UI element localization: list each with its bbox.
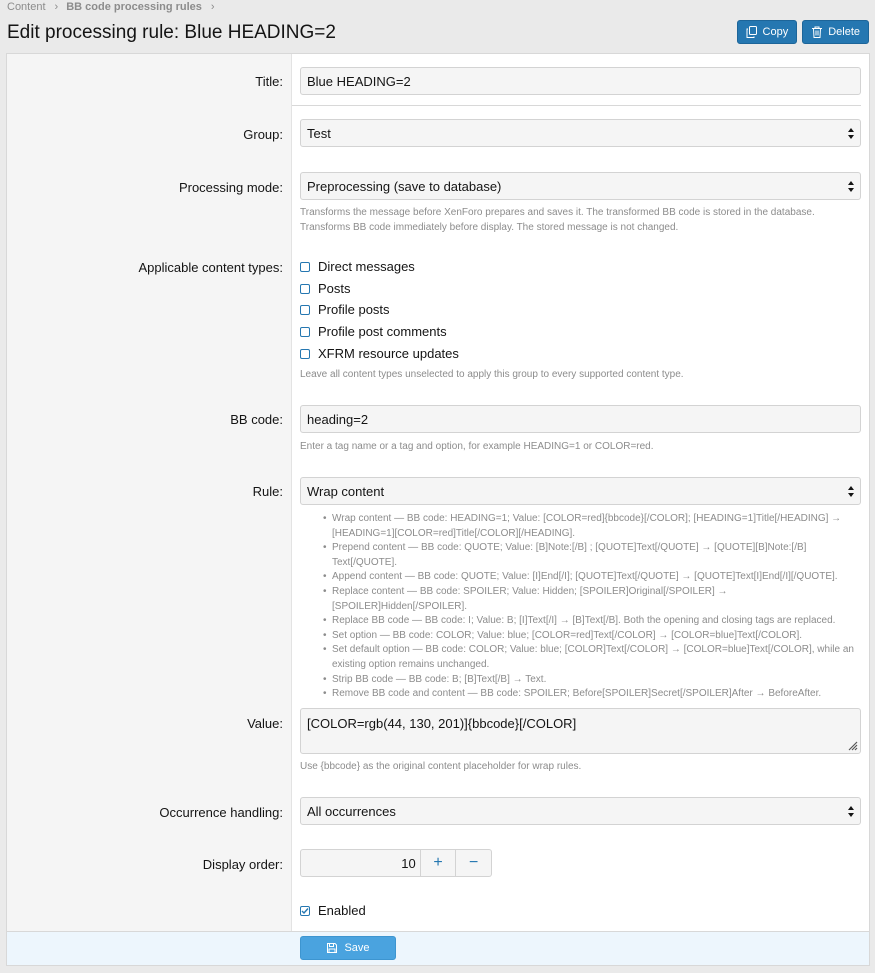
display-order-stepper: 10 + −	[300, 849, 492, 877]
delete-button-label: Delete	[828, 26, 860, 38]
select-arrows-icon	[848, 486, 854, 497]
checkbox-label: Posts	[318, 281, 351, 296]
group-select[interactable]: Test	[300, 119, 861, 147]
delete-button[interactable]: Delete	[802, 20, 869, 44]
bb-code-input[interactable]: heading=2	[300, 405, 861, 433]
title-value: Blue HEADING=2	[307, 73, 411, 89]
form-divider	[292, 105, 861, 106]
content-type-profile-post-comments[interactable]: Profile post comments	[300, 324, 447, 339]
checkbox-label: Direct messages	[318, 259, 415, 274]
increment-button[interactable]: +	[420, 849, 457, 877]
occurrence-value: All occurrences	[307, 803, 396, 819]
display-order-label: Display order:	[202, 857, 283, 872]
save-button[interactable]: Save	[300, 936, 396, 960]
occurrence-select[interactable]: All occurrences	[300, 797, 861, 825]
rule-form: Title: Blue HEADING=2 Group: Test Proces…	[6, 53, 870, 966]
chevron-right-icon: ›	[210, 1, 215, 13]
rule-label: Rule:	[252, 484, 283, 499]
group-label: Group:	[243, 127, 283, 142]
plus-icon: +	[433, 854, 443, 871]
processing-mode-hint-1: Transforms the message before XenForo pr…	[300, 207, 815, 218]
content-types-hint: Leave all content types unselected to ap…	[300, 369, 684, 380]
content-type-xfrm-resource-updates[interactable]: XFRM resource updates	[300, 346, 459, 361]
display-order-value: 10	[401, 855, 416, 871]
bb-code-hint: Enter a tag name or a tag and option, fo…	[300, 441, 654, 452]
checkbox-label: Profile post comments	[318, 324, 447, 339]
minus-icon: −	[469, 854, 479, 871]
save-button-label: Save	[344, 942, 370, 954]
enabled-option[interactable]: Enabled	[300, 903, 366, 918]
breadcrumb-content[interactable]: Content	[7, 1, 46, 13]
enabled-label: Enabled	[318, 903, 366, 918]
checkbox-label: XFRM resource updates	[318, 346, 459, 361]
breadcrumb-bb-code-rules[interactable]: BB code processing rules	[66, 1, 202, 13]
value-hint: Use {bbcode} as the original content pla…	[300, 761, 582, 772]
processing-mode-select[interactable]: Preprocessing (save to database)	[300, 172, 861, 200]
checkbox[interactable]	[300, 304, 310, 315]
rule-description: Strip BB code — BB code: B; [B]Text[/B] …	[323, 673, 862, 688]
trash-icon	[812, 26, 823, 38]
rule-description: Append content — BB code: QUOTE; Value: …	[323, 570, 862, 585]
checkbox-label: Profile posts	[318, 302, 390, 317]
content-type-profile-posts[interactable]: Profile posts	[300, 302, 390, 317]
checkbox-checked[interactable]	[300, 905, 310, 916]
content-type-posts[interactable]: Posts	[300, 281, 351, 296]
processing-mode-value: Preprocessing (save to database)	[307, 178, 502, 194]
processing-mode-hint-2: Transforms BB code immediately before di…	[300, 222, 679, 233]
content-type-direct-messages[interactable]: Direct messages	[300, 259, 415, 274]
bb-code-label: BB code:	[230, 412, 283, 427]
display-order-input[interactable]: 10	[300, 849, 421, 877]
rule-description: Prepend content — BB code: QUOTE; Value:…	[323, 541, 862, 570]
title-input[interactable]: Blue HEADING=2	[300, 67, 861, 95]
group-value: Test	[307, 125, 331, 141]
rule-select[interactable]: Wrap content	[300, 477, 861, 505]
form-footer: Save	[7, 931, 869, 965]
chevron-right-icon: ›	[54, 1, 59, 13]
content-types-label: Applicable content types:	[138, 260, 283, 275]
checkbox[interactable]	[300, 326, 310, 337]
resize-handle-icon[interactable]	[846, 739, 858, 751]
value-label: Value:	[247, 716, 283, 731]
processing-mode-label: Processing mode:	[178, 180, 283, 195]
processing-mode-hint: Transforms the message before XenForo pr…	[300, 205, 815, 235]
title-label: Title:	[255, 74, 283, 89]
rule-description: Remove BB code and content — BB code: SP…	[323, 687, 862, 702]
occurrence-label: Occurrence handling:	[159, 805, 283, 820]
select-arrows-icon	[848, 181, 854, 192]
bb-code-value: heading=2	[307, 411, 369, 427]
page-title: Edit processing rule: Blue HEADING=2	[7, 22, 336, 43]
page-actions: Copy Delete	[736, 20, 869, 44]
copy-button-label: Copy	[762, 26, 789, 38]
value-text: [COLOR=rgb(44, 130, 201)]{bbcode}[/COLOR…	[307, 716, 577, 731]
copy-icon	[746, 26, 757, 38]
select-arrows-icon	[848, 806, 854, 817]
checkbox[interactable]	[300, 261, 310, 272]
rule-description: Replace content — BB code: SPOILER; Valu…	[323, 585, 862, 614]
breadcrumb: Content › BB code processing rules ›	[7, 1, 223, 13]
rule-description: Wrap content — BB code: HEADING=1; Value…	[323, 512, 862, 541]
save-icon	[327, 943, 338, 953]
checkbox[interactable]	[300, 348, 310, 359]
value-textarea[interactable]: [COLOR=rgb(44, 130, 201)]{bbcode}[/COLOR…	[300, 708, 861, 754]
rule-description: Set default option — BB code: COLOR; Val…	[323, 643, 862, 672]
rule-value: Wrap content	[307, 483, 385, 499]
checkbox[interactable]	[300, 283, 310, 294]
rule-description: Replace BB code — BB code: I; Value: B; …	[323, 614, 862, 629]
rule-descriptions: Wrap content — BB code: HEADING=1; Value…	[323, 512, 862, 702]
decrement-button[interactable]: −	[456, 849, 492, 877]
select-arrows-icon	[848, 128, 854, 139]
checkmark-icon	[301, 907, 309, 914]
copy-button[interactable]: Copy	[736, 20, 798, 44]
rule-description: Set option — BB code: COLOR; Value: blue…	[323, 629, 862, 644]
